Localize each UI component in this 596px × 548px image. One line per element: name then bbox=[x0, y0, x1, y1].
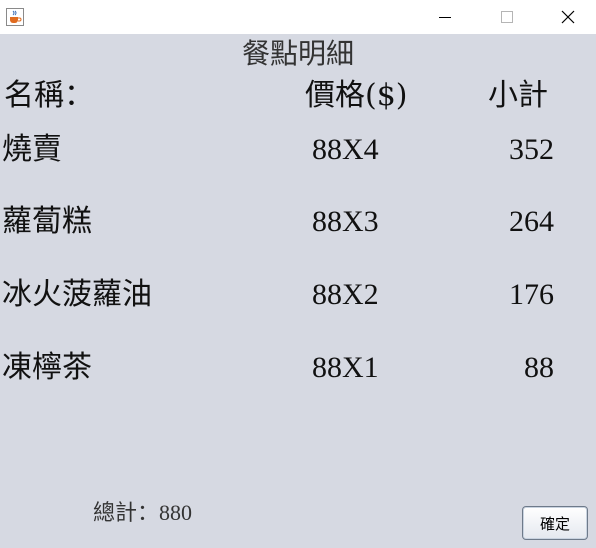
page-title: 餐點明細 bbox=[241, 37, 354, 70]
item-price: 88X4 bbox=[312, 133, 379, 166]
close-button[interactable] bbox=[545, 0, 591, 34]
column-header-price: 價格($) bbox=[305, 78, 408, 113]
item-subtotal: 352 bbox=[509, 133, 554, 166]
item-subtotal: 176 bbox=[509, 278, 554, 311]
list-item: 冰火菠蘿油 88X2 176 bbox=[0, 275, 596, 315]
item-price: 88X3 bbox=[312, 205, 379, 238]
close-icon bbox=[561, 10, 575, 24]
order-details-panel: 餐點明細 名稱： 價格($) 小計 燒賣 88X4 352 蘿蔔糕 88X3 2… bbox=[0, 34, 596, 548]
item-name: 蘿蔔糕 bbox=[2, 204, 92, 239]
minimize-icon bbox=[439, 17, 451, 18]
maximize-icon bbox=[501, 11, 513, 23]
java-cup-icon[interactable] bbox=[6, 8, 24, 26]
item-price: 88X1 bbox=[312, 351, 379, 384]
maximize-button[interactable] bbox=[484, 0, 530, 34]
list-item: 凍檸茶 88X1 88 bbox=[0, 348, 596, 388]
ok-button[interactable]: 確定 bbox=[522, 506, 588, 540]
item-name: 凍檸茶 bbox=[2, 350, 92, 385]
column-header-name: 名稱： bbox=[4, 78, 94, 113]
total-amount: 總計：880 bbox=[93, 500, 193, 525]
list-item: 燒賣 88X4 352 bbox=[0, 130, 596, 170]
item-price: 88X2 bbox=[312, 278, 379, 311]
item-name: 冰火菠蘿油 bbox=[2, 277, 152, 312]
item-subtotal: 264 bbox=[509, 205, 554, 238]
list-item: 蘿蔔糕 88X3 264 bbox=[0, 202, 596, 242]
column-header-subtotal: 小計 bbox=[488, 78, 548, 113]
minimize-button[interactable] bbox=[422, 0, 468, 34]
item-name: 燒賣 bbox=[2, 132, 62, 167]
title-bar bbox=[0, 0, 596, 34]
item-subtotal: 88 bbox=[524, 351, 554, 384]
